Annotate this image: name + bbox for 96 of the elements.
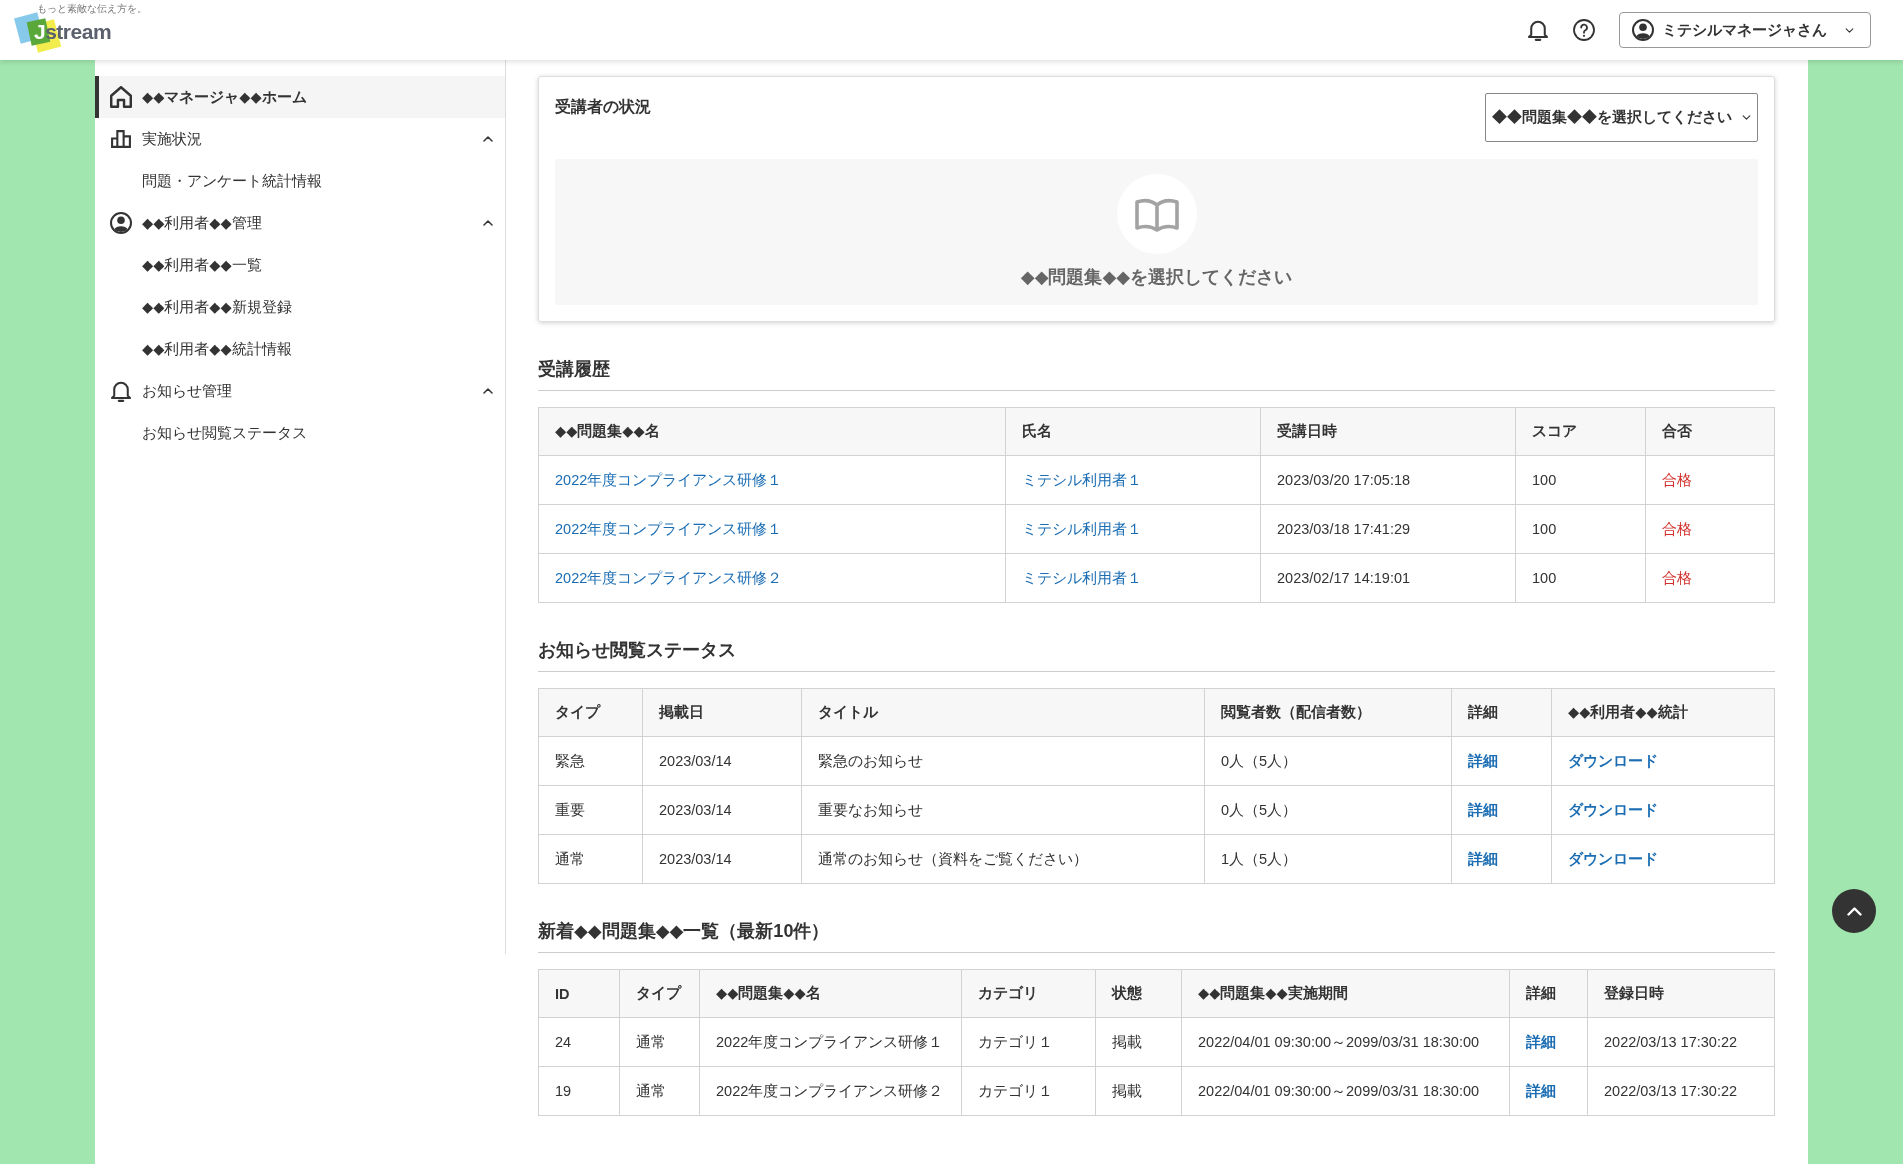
table-cell: 0人（5人）: [1204, 785, 1452, 835]
column-header: 掲載日: [642, 688, 802, 737]
column-header: ◆◆問題集◆◆名: [699, 969, 962, 1018]
sidebar-item[interactable]: ◆◆マネージャ◆◆ホーム: [95, 76, 505, 118]
table-cell: 掲載: [1095, 1066, 1182, 1116]
table-cell: 緊急のお知らせ: [801, 736, 1205, 786]
column-header: 合否: [1645, 407, 1775, 456]
user-icon: [1632, 19, 1654, 41]
user-icon: [110, 212, 132, 234]
column-header: 状態: [1095, 969, 1182, 1018]
table-cell: 通常: [619, 1017, 700, 1067]
section-title: 受講履歴: [538, 357, 1775, 391]
card-title: 受講者の状況: [555, 97, 651, 117]
table-cell: 2022/04/01 09:30:00～2099/03/31 18:30:00: [1181, 1017, 1510, 1067]
table-cell: 合格: [1645, 504, 1775, 554]
column-header: 氏名: [1005, 407, 1261, 456]
table-link[interactable]: 詳細: [1468, 850, 1498, 867]
table-cell: 2022/03/13 17:30:22: [1587, 1017, 1775, 1067]
sidebar-subitem[interactable]: ◆◆利用者◆◆一覧: [95, 244, 505, 286]
sidebar-item[interactable]: ◆◆利用者◆◆管理: [95, 202, 505, 244]
table-cell: 2023/02/17 14:19:01: [1260, 553, 1516, 603]
bell-icon[interactable]: [1527, 19, 1549, 41]
problem-set-select[interactable]: ◆◆問題集◆◆を選択してください: [1485, 93, 1758, 142]
table-cell: 2023/03/14: [642, 834, 802, 884]
table-cell: 2022/03/13 17:30:22: [1587, 1066, 1775, 1116]
table-cell: 重要: [538, 785, 643, 835]
table-cell: 100: [1515, 553, 1646, 603]
table-link[interactable]: 詳細: [1526, 1082, 1556, 1099]
empty-state-message: ◆◆問題集◆◆を選択してください: [1020, 266, 1293, 289]
table-link[interactable]: 詳細: [1468, 752, 1498, 769]
table-link[interactable]: ミテシル利用者１: [1022, 471, 1142, 488]
table-link[interactable]: ダウンロード: [1568, 850, 1658, 867]
book-icon: [1116, 174, 1197, 254]
table-cell: 100: [1515, 455, 1646, 505]
sidebar-subitem[interactable]: 問題・アンケート統計情報: [95, 160, 505, 202]
table-link[interactable]: ダウンロード: [1568, 752, 1658, 769]
column-header: スコア: [1515, 407, 1646, 456]
table-cell: 合格: [1645, 553, 1775, 603]
chevron-down-icon: [1742, 115, 1751, 120]
help-icon[interactable]: [1573, 19, 1595, 41]
table-cell: 0人（5人）: [1204, 736, 1452, 786]
table-cell: 2023/03/20 17:05:18: [1260, 455, 1516, 505]
table-link[interactable]: 2022年度コンプライアンス研修１: [555, 471, 783, 488]
column-header: 受講日時: [1260, 407, 1516, 456]
column-header: 詳細: [1509, 969, 1588, 1018]
table-cell: 100: [1515, 504, 1646, 554]
table-cell: 2022/04/01 09:30:00～2099/03/31 18:30:00: [1181, 1066, 1510, 1116]
column-header: ◆◆問題集◆◆名: [538, 407, 1006, 456]
table-cell: 2022年度コンプライアンス研修１: [699, 1017, 962, 1067]
table-cell: 2023/03/18 17:41:29: [1260, 504, 1516, 554]
table-cell: 2023/03/14: [642, 785, 802, 835]
column-header: タイトル: [801, 688, 1205, 737]
sidebar-subitem[interactable]: ◆◆利用者◆◆新規登録: [95, 286, 505, 328]
table-cell: 通常のお知らせ（資料をご覧ください）: [801, 834, 1205, 884]
logo-tagline: もっと素敵な伝え方を。: [37, 3, 147, 14]
bar-chart-icon: [110, 128, 132, 150]
sidebar-subitem[interactable]: ◆◆利用者◆◆統計情報: [95, 328, 505, 370]
table-link[interactable]: 詳細: [1468, 801, 1498, 818]
section-title: 新着◆◆問題集◆◆一覧（最新10件）: [538, 919, 1775, 953]
column-header: カテゴリ: [961, 969, 1096, 1018]
sidebar-subitem[interactable]: お知らせ閲覧ステータス: [95, 412, 505, 454]
column-header: ◆◆問題集◆◆実施期間: [1181, 969, 1510, 1018]
column-header: タイプ: [619, 969, 700, 1018]
column-header: ◆◆利用者◆◆統計: [1551, 688, 1775, 737]
table-cell: 1人（5人）: [1204, 834, 1452, 884]
sidebar-item[interactable]: 実施状況: [95, 118, 505, 160]
table-cell: 24: [538, 1017, 620, 1067]
column-header: 詳細: [1451, 688, 1552, 737]
sidebar-item[interactable]: お知らせ管理: [95, 370, 505, 412]
table-cell: カテゴリ１: [961, 1066, 1096, 1116]
table-cell: 合格: [1645, 455, 1775, 505]
table-cell: 掲載: [1095, 1017, 1182, 1067]
chevron-up-icon: [1846, 906, 1862, 916]
table-cell: 2022年度コンプライアンス研修２: [699, 1066, 962, 1116]
user-menu-button[interactable]: ミテシルマネージャさん: [1619, 12, 1871, 48]
table-cell: 2023/03/14: [642, 736, 802, 786]
column-header: 閲覧者数（配信者数）: [1204, 688, 1452, 737]
table-cell: 通常: [538, 834, 643, 884]
section-title: お知らせ閲覧ステータス: [538, 638, 1775, 672]
home-icon: [110, 86, 132, 108]
table-link[interactable]: 2022年度コンプライアンス研修２: [555, 569, 783, 586]
table-cell: 19: [538, 1066, 620, 1116]
table-cell: 通常: [619, 1066, 700, 1116]
table-cell: 重要なお知らせ: [801, 785, 1205, 835]
table-link[interactable]: 2022年度コンプライアンス研修１: [555, 520, 783, 537]
column-header: 登録日時: [1587, 969, 1775, 1018]
table-link[interactable]: ミテシル利用者１: [1022, 569, 1142, 586]
table-link[interactable]: ダウンロード: [1568, 801, 1658, 818]
bell-icon: [110, 380, 132, 402]
chevron-down-icon: [1845, 27, 1854, 33]
table-cell: カテゴリ１: [961, 1017, 1096, 1067]
table-cell: 緊急: [538, 736, 643, 786]
column-header: タイプ: [538, 688, 643, 737]
column-header: ID: [538, 969, 620, 1018]
table-link[interactable]: 詳細: [1526, 1033, 1556, 1050]
table-link[interactable]: ミテシル利用者１: [1022, 520, 1142, 537]
